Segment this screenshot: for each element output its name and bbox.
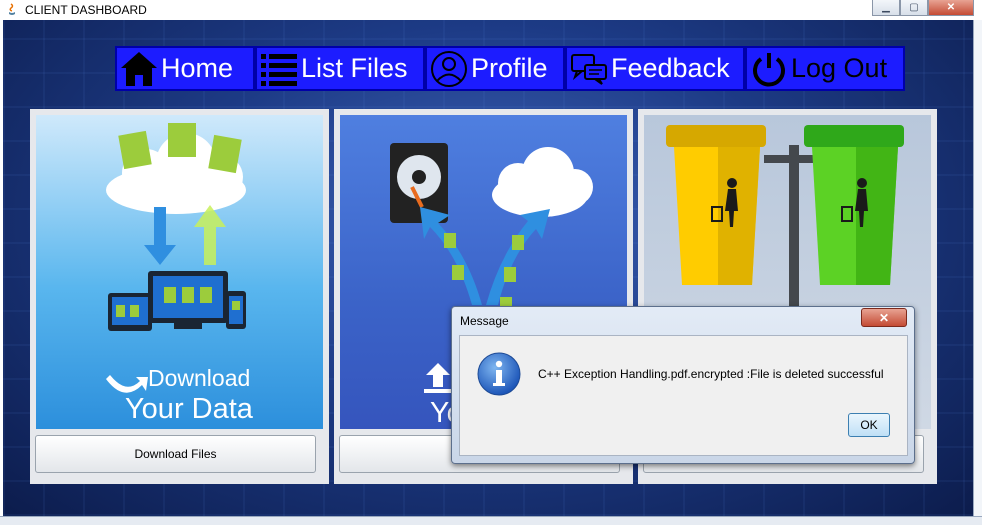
download-files-button[interactable]: Download Files [35,435,316,473]
ok-button[interactable]: OK [848,413,890,437]
nav-home-button[interactable]: Home [115,46,255,91]
nav-logout-label: Log Out [791,53,888,83]
dialog-title: Message [460,314,509,328]
minimize-button[interactable]: ▁ [872,0,900,16]
nav-feedback-label: Feedback [611,53,730,83]
nav-profile-label: Profile [471,53,548,83]
download-art-line1: Download [148,365,251,391]
power-icon [747,48,791,89]
nav-list-files-button[interactable]: List Files [255,46,425,91]
message-dialog: Message ✕ C++ Exception Handling.pdf.enc… [451,306,915,464]
download-panel: Download Your Data Download Files [30,109,329,484]
info-icon [477,352,521,396]
download-illustration: Download Your Data [36,115,323,429]
nav-feedback-button[interactable]: Feedback [565,46,745,91]
dialog-body: C++ Exception Handling.pdf.encrypted :Fi… [459,335,908,456]
nav-bar: Home List Files Profile Feedback Log Out [115,46,905,91]
dialog-close-button[interactable]: ✕ [861,308,907,327]
list-icon [257,48,301,89]
window-title: CLIENT DASHBOARD [25,3,147,17]
feedback-icon [567,48,611,89]
nav-home-label: Home [161,53,234,83]
home-icon [117,48,161,89]
java-icon [9,3,15,15]
nav-list-files-label: List Files [301,53,408,83]
window-titlebar: CLIENT DASHBOARD ▁ ▢ ✕ [0,0,982,21]
download-art-line2: Your Data [125,393,253,425]
close-window-button[interactable]: ✕ [928,0,974,16]
nav-logout-button[interactable]: Log Out [745,46,905,91]
window-frame-right [973,20,982,524]
nav-profile-button[interactable]: Profile [425,46,565,91]
dialog-message: C++ Exception Handling.pdf.encrypted :Fi… [538,367,884,381]
maximize-button[interactable]: ▢ [900,0,928,16]
user-icon [427,48,471,89]
